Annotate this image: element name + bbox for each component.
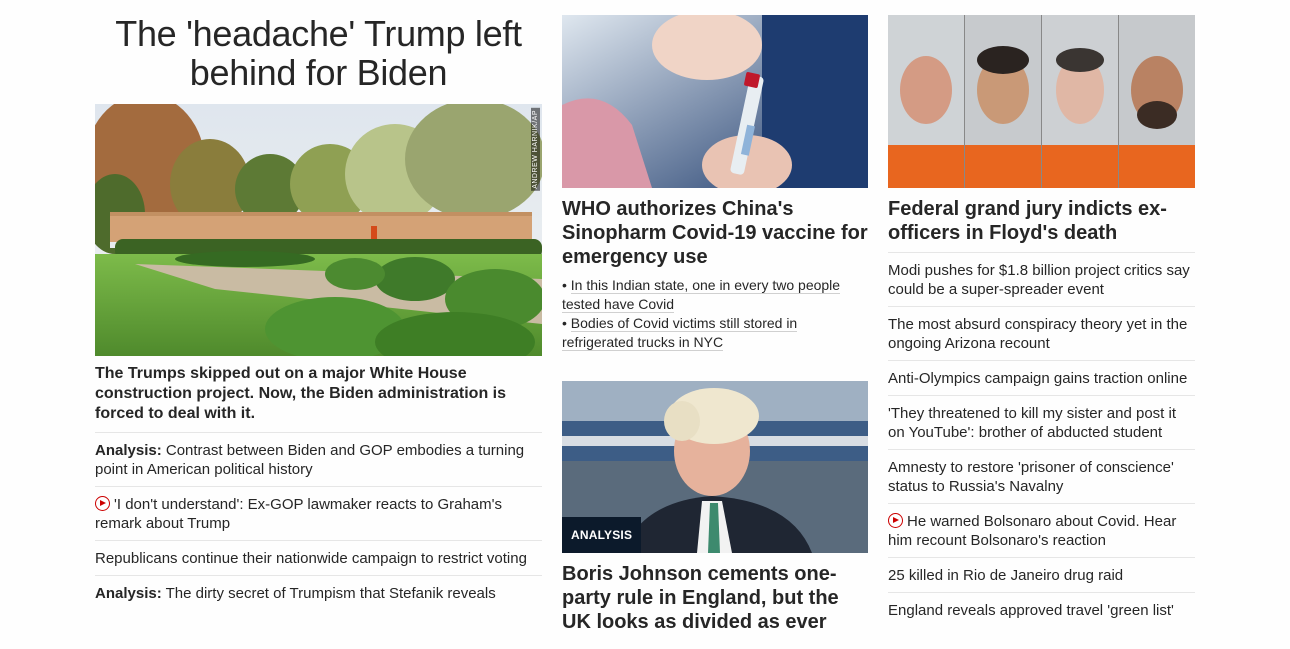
analysis-prefix: Analysis:	[95, 442, 162, 459]
lead-subheadline: The Trumps skipped out on a major White …	[95, 364, 542, 433]
related-links-list: Analysis: Contrast between Biden and GOP…	[95, 433, 542, 610]
floyd-officers-image[interactable]	[888, 15, 1195, 188]
vaccine-related-bullets: • In this Indian state, one in every two…	[562, 276, 868, 352]
middle-column: WHO authorizes China's Sinopharm Covid-1…	[562, 0, 868, 634]
list-item-text: Amnesty to restore 'prisoner of conscien…	[888, 459, 1174, 495]
list-item-text: England reveals approved travel 'green l…	[888, 602, 1174, 619]
play-video-icon	[95, 496, 110, 511]
play-video-icon	[888, 513, 903, 528]
list-item-text: 25 killed in Rio de Janeiro drug raid	[888, 567, 1124, 584]
list-item[interactable]: Modi pushes for $1.8 billion project cri…	[888, 253, 1195, 307]
list-item-text: He warned Bolsonaro about Covid. Hear hi…	[888, 513, 1177, 549]
list-item[interactable]: 25 killed in Rio de Janeiro drug raid	[888, 558, 1195, 593]
list-item[interactable]: Analysis: The dirty secret of Trumpism t…	[95, 576, 542, 610]
list-item[interactable]: 'They threatened to kill my sister and p…	[888, 396, 1195, 450]
list-item-video[interactable]: He warned Bolsonaro about Covid. Hear hi…	[888, 504, 1195, 558]
bullet-link[interactable]: • In this Indian state, one in every two…	[562, 276, 868, 314]
list-item-text: The most absurd conspiracy theory yet in…	[888, 316, 1188, 352]
right-column: Federal grand jury indicts ex-officers i…	[888, 0, 1195, 627]
bullet-text: Bodies of Covid victims still stored in …	[562, 315, 798, 351]
list-item[interactable]: The most absurd conspiracy theory yet in…	[888, 307, 1195, 361]
bullet-text: In this Indian state, one in every two p…	[562, 277, 841, 313]
top-stories-list: Modi pushes for $1.8 billion project cri…	[888, 252, 1195, 627]
bullet-link[interactable]: • Bodies of Covid victims still stored i…	[562, 314, 868, 352]
floyd-headline-link[interactable]: Federal grand jury indicts ex-officers i…	[888, 197, 1195, 245]
lead-headline: The 'headache' Trump left behind for Bid…	[115, 13, 522, 93]
list-item-text: 'I don't understand': Ex-GOP lawmaker re…	[95, 496, 503, 532]
photo-credit: ANDREW HARNIK/AP	[531, 108, 540, 191]
list-item[interactable]: Republicans continue their nationwide ca…	[95, 541, 542, 576]
list-item-text: Modi pushes for $1.8 billion project cri…	[888, 262, 1190, 298]
lead-image-white-house-garden[interactable]: ANDREW HARNIK/AP	[95, 104, 542, 356]
vaccine-headline: WHO authorizes China's Sinopharm Covid-1…	[562, 198, 868, 268]
analysis-tag: ANALYSIS	[562, 517, 642, 553]
officers-mugshots-photo	[888, 15, 1195, 188]
boris-headline: Boris Johnson cements one-party rule in …	[562, 563, 839, 633]
list-item-video[interactable]: 'I don't understand': Ex-GOP lawmaker re…	[95, 487, 542, 541]
boris-johnson-image[interactable]: ANALYSIS	[562, 381, 868, 553]
lead-story-column: The 'headache' Trump left behind for Bid…	[95, 0, 542, 610]
boris-headline-link[interactable]: Boris Johnson cements one-party rule in …	[562, 562, 868, 634]
list-item-text: Republicans continue their nationwide ca…	[95, 550, 527, 567]
list-item-text: Anti-Olympics campaign gains traction on…	[888, 370, 1188, 387]
white-house-garden-photo	[95, 104, 542, 356]
list-item[interactable]: Analysis: Contrast between Biden and GOP…	[95, 433, 542, 487]
floyd-headline: Federal grand jury indicts ex-officers i…	[888, 198, 1167, 244]
lead-subheadline-link[interactable]: The Trumps skipped out on a major White …	[95, 364, 542, 433]
list-item[interactable]: Anti-Olympics campaign gains traction on…	[888, 361, 1195, 396]
list-item-text: The dirty secret of Trumpism that Stefan…	[161, 585, 496, 602]
list-item-text: 'They threatened to kill my sister and p…	[888, 405, 1176, 441]
vaccine-vial-photo	[562, 15, 868, 188]
vaccine-image[interactable]	[562, 15, 868, 188]
list-item[interactable]: Amnesty to restore 'prisoner of conscien…	[888, 450, 1195, 504]
list-item[interactable]: England reveals approved travel 'green l…	[888, 593, 1195, 627]
lead-headline-link[interactable]: The 'headache' Trump left behind for Bid…	[95, 14, 542, 92]
vaccine-headline-link[interactable]: WHO authorizes China's Sinopharm Covid-1…	[562, 197, 868, 269]
analysis-prefix: Analysis:	[95, 585, 162, 602]
